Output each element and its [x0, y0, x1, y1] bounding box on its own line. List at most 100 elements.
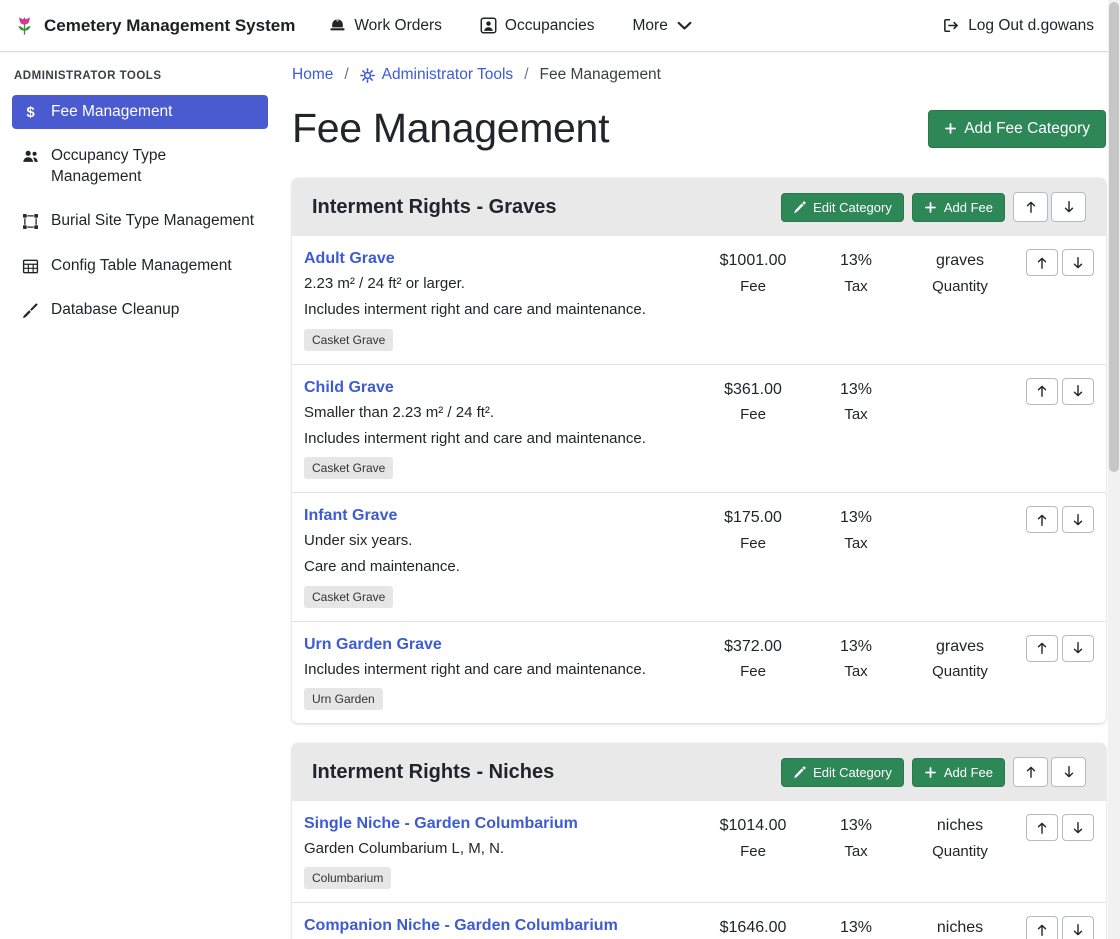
fee-name-link[interactable]: Child Grave	[304, 379, 394, 397]
edit-category-button[interactable]: Edit Category	[781, 193, 904, 222]
fee-tax: 13%	[808, 636, 904, 658]
add-fee-button[interactable]: Add Fee	[912, 193, 1005, 222]
fee-tag: Urn Garden	[304, 688, 383, 710]
breadcrumb-home[interactable]: Home	[292, 66, 333, 84]
move-fee-up-button[interactable]	[1026, 635, 1058, 662]
fee-tax-label: Tax	[808, 406, 904, 423]
add-fee-category-button[interactable]: Add Fee Category	[928, 110, 1106, 148]
fee-quantity-label: Quantity	[904, 663, 1016, 680]
fee-descriptions: Smaller than 2.23 m² / 24 ft². Includes i…	[304, 402, 690, 450]
fee-tax: 13%	[808, 815, 904, 837]
arrow-down-icon	[1071, 641, 1085, 655]
fee-info: Adult Grave 2.23 m² / 24 ft² or larger.I…	[304, 249, 698, 351]
fee-description: Smaller than 2.23 m² / 24 ft².	[304, 402, 690, 423]
move-fee-down-button[interactable]	[1062, 249, 1094, 276]
move-fee-up-button[interactable]	[1026, 378, 1058, 405]
plus-icon	[924, 766, 937, 779]
sidebar-item-fee-management[interactable]: $ Fee Management	[12, 95, 268, 129]
page-title: Fee Management	[292, 105, 609, 152]
add-fee-button[interactable]: Add Fee	[912, 758, 1005, 787]
fee-category-card: Interment Rights - Niches Edit Category …	[292, 743, 1106, 939]
fee-name-link[interactable]: Infant Grave	[304, 507, 397, 525]
fee-amount-column: $361.00 Fee	[698, 378, 808, 424]
fee-tax-label: Tax	[808, 843, 904, 860]
fee-reorder-controls	[1016, 506, 1094, 533]
edit-category-button[interactable]: Edit Category	[781, 758, 904, 787]
sidebar-heading: Administrator Tools	[14, 70, 266, 82]
scrollbar-thumb[interactable]	[1109, 2, 1119, 472]
arrow-up-icon	[1035, 821, 1049, 835]
fee-reorder-controls	[1016, 916, 1094, 939]
fee-tax-column: 13% Tax	[808, 378, 904, 424]
nav-occupancies[interactable]: Occupancies	[480, 17, 595, 35]
sidebar-item-label: Config Table Management	[51, 256, 232, 276]
arrow-up-icon	[1035, 641, 1049, 655]
move-fee-down-button[interactable]	[1062, 814, 1094, 841]
move-fee-up-button[interactable]	[1026, 916, 1058, 939]
breadcrumb-admin-tools[interactable]: Administrator Tools	[360, 66, 514, 84]
fee-amount: $1646.00	[698, 917, 808, 939]
move-fee-down-button[interactable]	[1062, 916, 1094, 939]
move-category-down-button[interactable]	[1051, 757, 1086, 787]
nav-more-label: More	[633, 17, 668, 35]
bounding-box-icon	[22, 213, 39, 230]
breadcrumb-separator: /	[524, 66, 528, 84]
category-header: Interment Rights - Graves Edit Category …	[292, 178, 1106, 236]
fee-name-link[interactable]: Urn Garden Grave	[304, 636, 442, 654]
fee-quantity-column	[904, 378, 1016, 385]
fee-tax-column: 13% Tax	[808, 506, 904, 552]
fee-name-link[interactable]: Adult Grave	[304, 250, 395, 268]
add-fee-button-label: Add Fee	[944, 765, 993, 780]
arrow-up-icon	[1035, 923, 1049, 937]
move-fee-down-button[interactable]	[1062, 378, 1094, 405]
sidebar-item-config-table-management[interactable]: Config Table Management	[12, 249, 268, 283]
arrow-down-icon	[1071, 384, 1085, 398]
fee-info: Child Grave Smaller than 2.23 m² / 24 ft…	[304, 378, 698, 480]
move-category-down-button[interactable]	[1051, 192, 1086, 222]
sidebar-item-occupancy-type-management[interactable]: Occupancy Type Management	[12, 139, 268, 194]
page-scrollbar[interactable]	[1108, 0, 1120, 939]
sidebar-item-burial-site-type-management[interactable]: Burial Site Type Management	[12, 204, 268, 238]
fee-tax: 13%	[808, 507, 904, 529]
nav-more[interactable]: More	[633, 17, 693, 35]
category-title: Interment Rights - Graves	[312, 196, 557, 219]
fee-name-link[interactable]: Single Niche - Garden Columbarium	[304, 815, 578, 833]
arrow-down-icon	[1062, 200, 1076, 214]
fee-quantity: graves	[904, 250, 1016, 272]
fee-descriptions: Includes interment right and care and ma…	[304, 659, 690, 680]
arrow-up-icon	[1035, 513, 1049, 527]
move-fee-up-button[interactable]	[1026, 506, 1058, 533]
fee-quantity-column: niches Quantity	[904, 814, 1016, 860]
fee-row: Companion Niche - Garden Columbarium Gar…	[292, 902, 1106, 939]
fee-description: Includes interment right and care and ma…	[304, 428, 690, 449]
fee-reorder-controls	[1016, 249, 1094, 276]
move-fee-up-button[interactable]	[1026, 814, 1058, 841]
top-navbar: Cemetery Management System Work Orders O…	[0, 0, 1120, 52]
fee-tax-column: 13% Tax	[808, 635, 904, 681]
category-reorder-controls	[1013, 192, 1086, 222]
fee-amount-label: Fee	[698, 535, 808, 552]
fee-amount: $175.00	[698, 507, 808, 529]
fee-amount-column: $1014.00 Fee	[698, 814, 808, 860]
nav-work-orders[interactable]: Work Orders	[329, 17, 442, 35]
edit-category-button-label: Edit Category	[813, 765, 892, 780]
fee-name-link[interactable]: Companion Niche - Garden Columbarium	[304, 917, 618, 935]
fee-info: Infant Grave Under six years.Care and ma…	[304, 506, 698, 608]
categories: Interment Rights - Graves Edit Category …	[292, 178, 1106, 939]
move-category-up-button[interactable]	[1013, 757, 1048, 787]
move-fee-up-button[interactable]	[1026, 249, 1058, 276]
fee-tax-label: Tax	[808, 278, 904, 295]
main-content: Home / Administrator Tools / Fee Managem…	[280, 52, 1120, 939]
fee-amount-column: $1001.00 Fee	[698, 249, 808, 295]
logout-button[interactable]: Log Out d.gowans	[942, 17, 1094, 35]
move-fee-down-button[interactable]	[1062, 635, 1094, 662]
app-brand[interactable]: Cemetery Management System	[14, 15, 295, 36]
move-category-up-button[interactable]	[1013, 192, 1048, 222]
hard-hat-icon	[329, 17, 346, 34]
sidebar-item-database-cleanup[interactable]: Database Cleanup	[12, 293, 268, 327]
person-frame-icon	[480, 17, 497, 34]
fee-amount: $372.00	[698, 636, 808, 658]
fee-description: Care and maintenance.	[304, 556, 690, 577]
move-fee-down-button[interactable]	[1062, 506, 1094, 533]
fee-reorder-controls	[1016, 635, 1094, 662]
